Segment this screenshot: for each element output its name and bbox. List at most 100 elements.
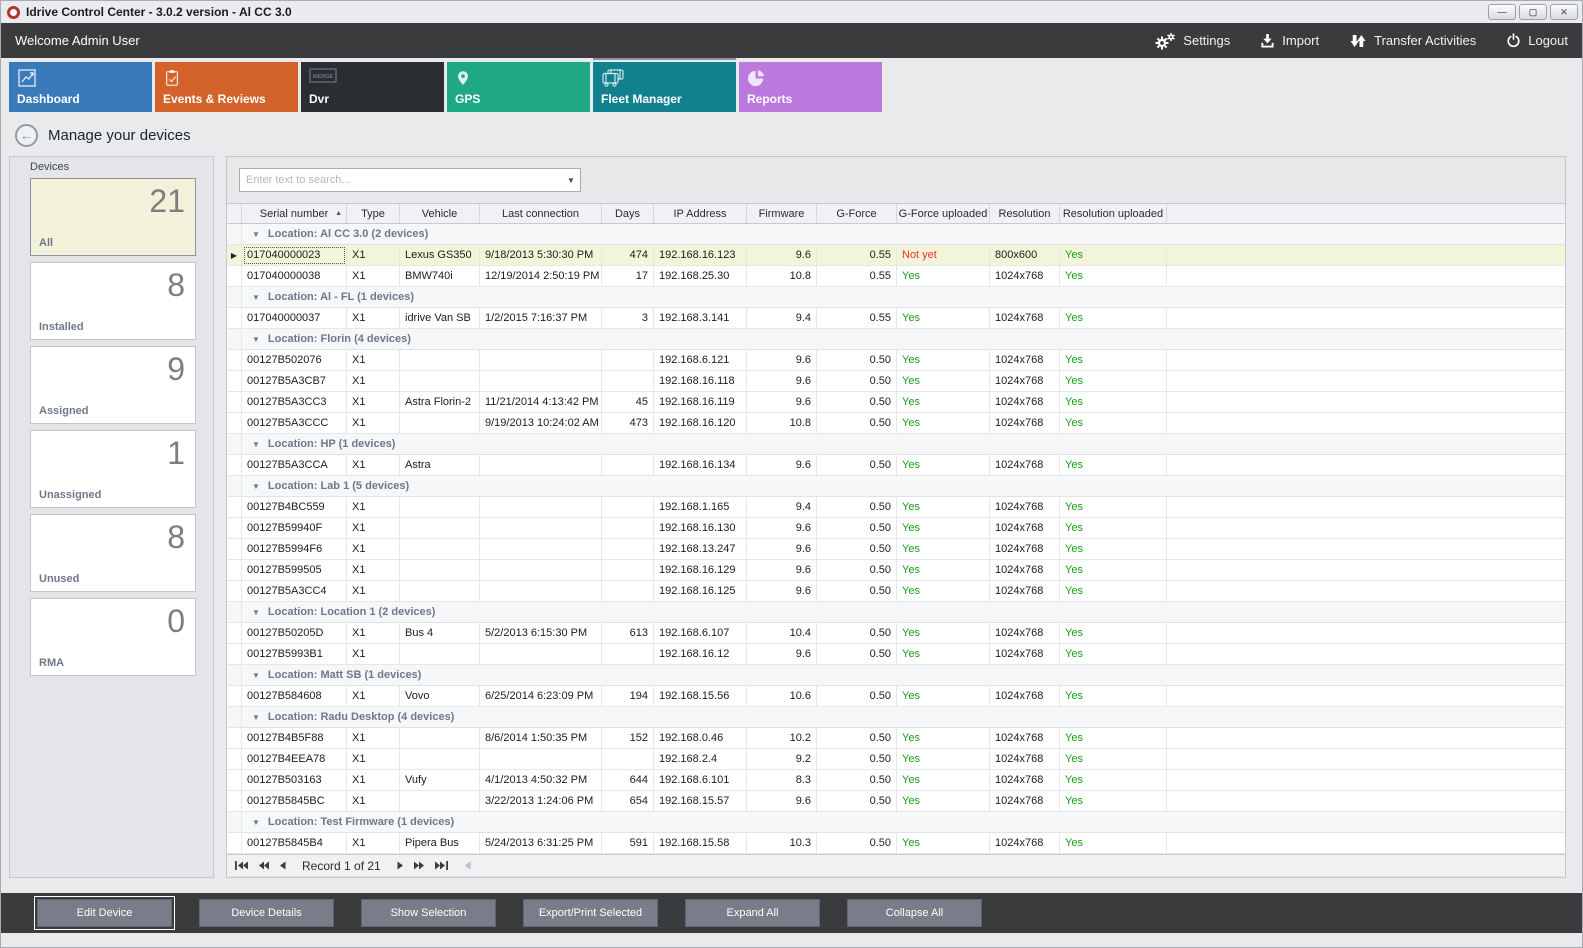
action-logout[interactable]: Logout <box>1506 33 1568 48</box>
device-row[interactable]: 00127B5A3CCCX19/19/2013 10:24:02 AM47319… <box>227 413 1565 434</box>
edit-device-button[interactable]: Edit Device <box>37 899 172 927</box>
cell-serial-number: 00127B503163 <box>242 770 347 791</box>
device-row[interactable]: 017040000038X1BMW740i12/19/2014 2:50:19 … <box>227 266 1565 287</box>
column-header-g-force-uploaded[interactable]: G-Force uploaded <box>897 204 990 223</box>
device-row[interactable]: 00127B4BC559X1192.168.1.1659.40.50Yes102… <box>227 497 1565 518</box>
group-row[interactable]: ▼Location: Al - FL (1 devices) <box>227 287 1565 308</box>
maximize-button[interactable]: ▢ <box>1519 4 1547 20</box>
group-row[interactable]: ▼Location: Test Firmware (1 devices) <box>227 812 1565 833</box>
tab-gps[interactable]: GPS <box>447 62 590 112</box>
cell-type: X1 <box>347 266 400 287</box>
column-header-resolution[interactable]: Resolution <box>990 204 1060 223</box>
cell-g-force: 0.55 <box>817 245 897 266</box>
cell-days <box>602 350 654 371</box>
cell-days <box>602 518 654 539</box>
device-row[interactable]: 00127B5A3CCAX1Astra192.168.16.1349.60.50… <box>227 455 1565 476</box>
action-transfer-activities[interactable]: Transfer Activities <box>1349 33 1476 49</box>
device-row[interactable]: 00127B599505X1192.168.16.1299.60.50Yes10… <box>227 560 1565 581</box>
cell-vehicle: Pipera Bus <box>400 833 480 854</box>
device-filter-unused[interactable]: 8Unused <box>30 514 196 592</box>
device-row[interactable]: ▶017040000023X1Lexus GS3509/18/2013 5:30… <box>227 245 1565 266</box>
tab-reports[interactable]: Reports <box>739 62 882 112</box>
column-header-type[interactable]: Type <box>347 204 400 223</box>
device-row[interactable]: 00127B584608X1Vovo6/25/2014 6:23:09 PM19… <box>227 686 1565 707</box>
action-settings[interactable]: Settings <box>1154 32 1230 50</box>
column-header-resolution-uploaded[interactable]: Resolution uploaded <box>1060 204 1167 223</box>
back-button[interactable]: ← <box>15 124 38 147</box>
group-row[interactable]: ▼Location: Lab 1 (5 devices) <box>227 476 1565 497</box>
column-header-g-force[interactable]: G-Force <box>817 204 897 223</box>
device-row[interactable]: 00127B59940FX1192.168.16.1309.60.50Yes10… <box>227 518 1565 539</box>
tab-fleet-manager[interactable]: Fleet Manager <box>593 62 736 112</box>
tab-label: GPS <box>455 92 480 106</box>
pager-next-button[interactable] <box>397 860 404 871</box>
column-header-days[interactable]: Days <box>602 204 654 223</box>
show-selection-button[interactable]: Show Selection <box>361 899 496 927</box>
device-row[interactable]: 00127B4EEA78X1192.168.2.49.20.50Yes1024x… <box>227 749 1565 770</box>
pager-prev-button[interactable] <box>279 860 286 871</box>
device-row[interactable]: 00127B5A3CB7X1192.168.16.1189.60.50Yes10… <box>227 371 1565 392</box>
column-header-last-connection[interactable]: Last connection <box>480 204 602 223</box>
device-details-button[interactable]: Device Details <box>199 899 334 927</box>
cell-filler <box>1167 518 1565 539</box>
device-filter-installed[interactable]: 8Installed <box>30 262 196 340</box>
device-filter-all[interactable]: 21All <box>30 178 196 256</box>
devices-panel: Devices 21All8Installed9Assigned1Unassig… <box>9 156 214 878</box>
cell-g-force-uploaded: Yes <box>897 371 990 392</box>
cell-g-force-uploaded: Yes <box>897 728 990 749</box>
cell-g-force-uploaded: Yes <box>897 392 990 413</box>
cell-firmware: 9.6 <box>747 245 817 266</box>
export-print-selected-button[interactable]: Export/Print Selected <box>523 899 658 927</box>
cell-ip-address: 192.168.16.118 <box>654 371 747 392</box>
column-header-ip-address[interactable]: IP Address <box>654 204 747 223</box>
expand-all-button[interactable]: Expand All <box>685 899 820 927</box>
device-row[interactable]: 00127B50205DX1Bus 45/2/2013 6:15:30 PM61… <box>227 623 1565 644</box>
device-row[interactable]: 00127B5A3CC4X1192.168.16.1259.60.50Yes10… <box>227 581 1565 602</box>
pager-last-button[interactable] <box>435 860 448 871</box>
cell-serial-number: 017040000023 <box>242 245 347 266</box>
group-row[interactable]: ▼Location: Matt SB (1 devices) <box>227 665 1565 686</box>
device-row[interactable]: 00127B4B5F88X18/6/2014 1:50:35 PM152192.… <box>227 728 1565 749</box>
tab-dashboard[interactable]: Dashboard <box>9 62 152 112</box>
device-row[interactable]: 00127B5993B1X1192.168.16.129.60.50Yes102… <box>227 644 1565 665</box>
cell-firmware: 10.6 <box>747 686 817 707</box>
device-row[interactable]: 00127B5845B4X1Pipera Bus5/24/2013 6:31:2… <box>227 833 1565 854</box>
group-row[interactable]: ▼Location: Al CC 3.0 (2 devices) <box>227 224 1565 245</box>
scroll-left-button[interactable] <box>464 860 471 871</box>
tab-dvr[interactable]: MERGEDvr <box>301 62 444 112</box>
device-count: 21 <box>149 183 185 220</box>
cell-filler <box>1167 623 1565 644</box>
device-filter-unassigned[interactable]: 1Unassigned <box>30 430 196 508</box>
group-row[interactable]: ▼Location: Florin (4 devices) <box>227 329 1565 350</box>
device-row[interactable]: 017040000037X1idrive Van SB1/2/2015 7:16… <box>227 308 1565 329</box>
column-header-firmware[interactable]: Firmware <box>747 204 817 223</box>
pager-fast-next-button[interactable] <box>414 860 425 871</box>
gears-icon <box>1154 32 1176 50</box>
group-row[interactable]: ▼Location: Location 1 (2 devices) <box>227 602 1565 623</box>
close-button[interactable]: ✕ <box>1550 4 1578 20</box>
cell-ip-address: 192.168.16.134 <box>654 455 747 476</box>
tab-events-reviews[interactable]: Events & Reviews <box>155 62 298 112</box>
window-title: Idrive Control Center - 3.0.2 version - … <box>26 5 292 19</box>
device-row[interactable]: 00127B5845BCX13/22/2013 1:24:06 PM654192… <box>227 791 1565 812</box>
device-row[interactable]: 00127B5994F6X1192.168.13.2479.60.50Yes10… <box>227 539 1565 560</box>
group-row[interactable]: ▼Location: HP (1 devices) <box>227 434 1565 455</box>
pager-first-button[interactable] <box>235 860 248 871</box>
cell-last-connection: 4/1/2013 4:50:32 PM <box>480 770 602 791</box>
action-import[interactable]: Import <box>1260 33 1319 48</box>
column-header-serial-number[interactable]: Serial number▲ <box>242 204 347 223</box>
search-dropdown-icon[interactable]: ▼ <box>562 176 580 185</box>
cell-filler <box>1167 581 1565 602</box>
pager-fast-prev-button[interactable] <box>258 860 269 871</box>
device-row[interactable]: 00127B503163X1Vufy4/1/2013 4:50:32 PM644… <box>227 770 1565 791</box>
device-filter-rma[interactable]: 0RMA <box>30 598 196 676</box>
group-row[interactable]: ▼Location: Radu Desktop (4 devices) <box>227 707 1565 728</box>
device-row[interactable]: 00127B502076X1192.168.6.1219.60.50Yes102… <box>227 350 1565 371</box>
collapse-all-button[interactable]: Collapse All <box>847 899 982 927</box>
cell-serial-number: 00127B5A3CC3 <box>242 392 347 413</box>
column-header-vehicle[interactable]: Vehicle <box>400 204 480 223</box>
search-input[interactable] <box>240 174 562 186</box>
device-row[interactable]: 00127B5A3CC3X1Astra Florin-211/21/2014 4… <box>227 392 1565 413</box>
minimize-button[interactable]: — <box>1488 4 1516 20</box>
device-filter-assigned[interactable]: 9Assigned <box>30 346 196 424</box>
